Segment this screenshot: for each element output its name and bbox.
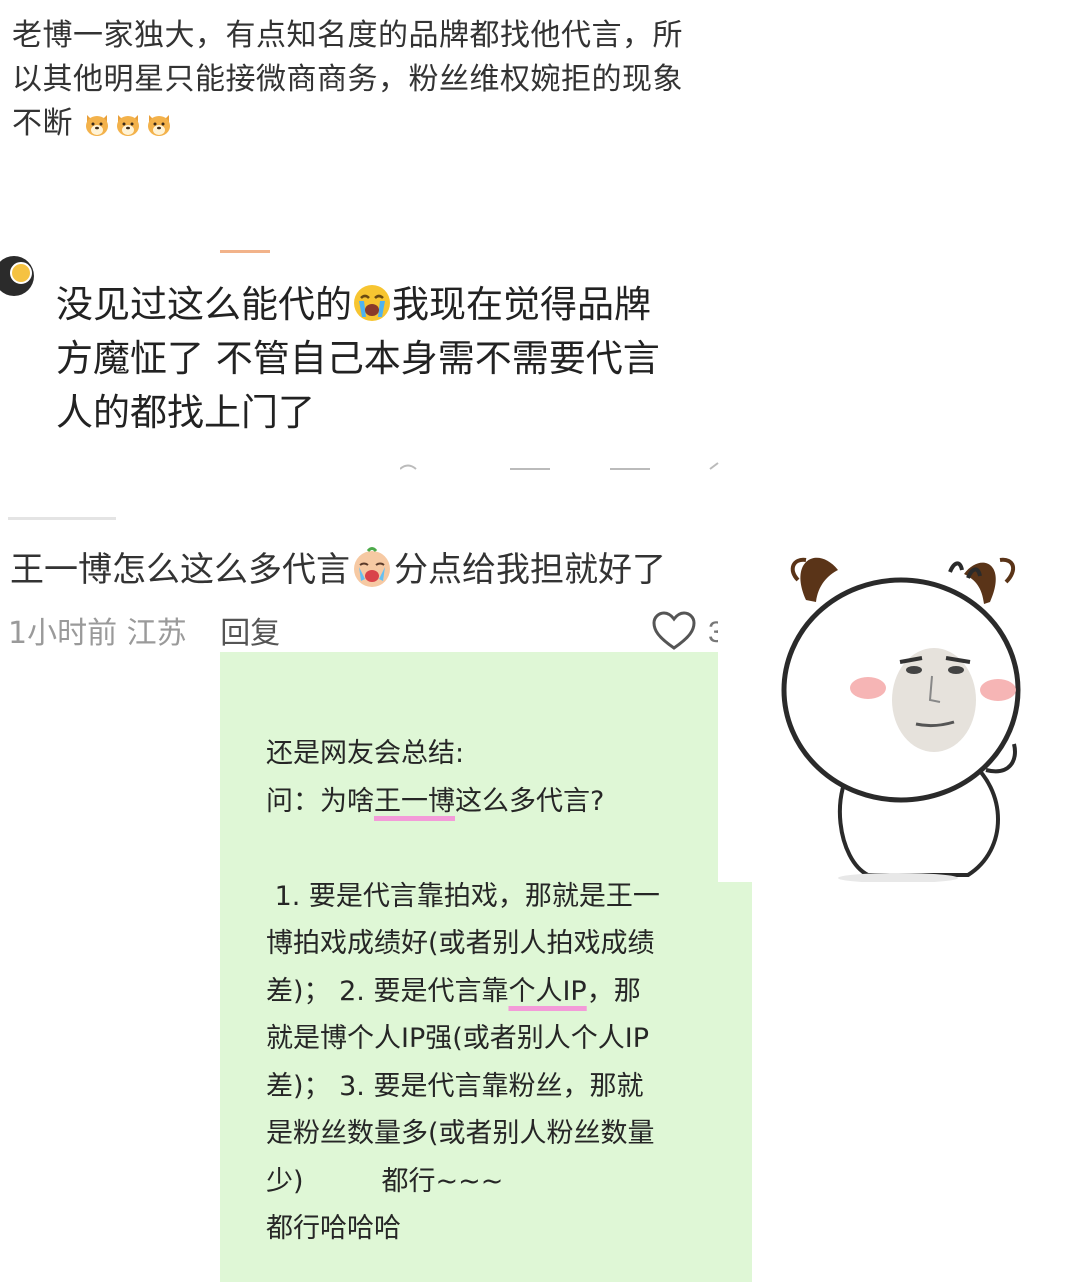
note-line: 博拍戏成绩好(或者别人拍戏成绩 bbox=[266, 928, 655, 959]
comment-time: 1小时前 bbox=[8, 616, 118, 651]
cropped-username bbox=[8, 517, 116, 520]
note-line-part: ，那 bbox=[586, 975, 641, 1007]
note-question: 问：为啥王一博这么多代言? bbox=[266, 778, 726, 826]
note-line-part: 差)； 2. 要是代言靠 bbox=[266, 975, 509, 1007]
note-line: 是粉丝数量多(或者别人粉丝数量 bbox=[266, 1118, 655, 1149]
note-line: 1. 要是代言靠拍戏，那就是王一 bbox=[266, 880, 660, 912]
top-comment-line-3: 不断 bbox=[12, 102, 752, 146]
divider-accent bbox=[220, 250, 270, 253]
note-ending: 都行哈哈哈 bbox=[266, 1213, 401, 1244]
third-comment-text: 王一博怎么这么多代言 分点给我担就好了 bbox=[10, 545, 720, 595]
panda-meme-icon bbox=[781, 557, 1021, 883]
note-line: 差)； 3. 要是代言靠粉丝，那就 bbox=[266, 1070, 644, 1102]
second-comment-part-2: 我现在觉得品牌 bbox=[392, 283, 651, 326]
like-button[interactable]: 3 bbox=[652, 610, 725, 658]
second-comment-line-1: 没见过这么能代的 我现在觉得品牌 bbox=[56, 278, 746, 332]
note-question-highlight: 王一博 bbox=[374, 785, 455, 817]
note-title: 还是网友会总结: bbox=[266, 738, 465, 769]
dog-face-icon bbox=[148, 115, 171, 136]
note-text: 还是网友会总结: 问：为啥王一博这么多代言? 1. 要是代言靠拍戏，那就是王一 … bbox=[266, 730, 726, 1253]
top-comment-line-1: 老博一家独大，有点知名度的品牌都找他代言，所 bbox=[12, 18, 683, 53]
note-question-prefix: 问：为啥 bbox=[266, 785, 374, 817]
comment-location: 江苏 bbox=[126, 616, 187, 651]
note-line: 少) 都行~~~ bbox=[266, 1158, 726, 1206]
dog-face-icon bbox=[117, 115, 140, 136]
note-line: 就是博个人IP强(或者别人个人IP bbox=[266, 1023, 650, 1054]
loudly-crying-emoji-icon bbox=[354, 285, 390, 321]
second-comment-text: 没见过这么能代的 我现在觉得品牌 方魔怔了 不管自己本身需不需要代言 人的都找上… bbox=[56, 278, 746, 440]
note-line-part: 都行~~~ bbox=[381, 1165, 504, 1197]
comment-meta: 1小时前 江苏 回复 bbox=[8, 608, 280, 652]
second-comment-line-3: 人的都找上门了 bbox=[56, 391, 315, 434]
top-comment-line-2: 以其他明星只能接微商商务，粉丝维权婉拒的现象 bbox=[12, 62, 683, 97]
reply-button[interactable]: 回复 bbox=[220, 616, 280, 651]
like-count: 3 bbox=[708, 616, 718, 649]
top-comment-line-3-text: 不断 bbox=[12, 106, 73, 141]
verified-badge-icon bbox=[10, 262, 32, 284]
note-line: 差)； 2. 要是代言靠个人IP，那 bbox=[266, 968, 726, 1016]
third-comment-part-2: 分点给我担就好了 bbox=[394, 550, 666, 590]
second-comment-part-1: 没见过这么能代的 bbox=[56, 283, 352, 326]
top-comment: 老博一家独大，有点知名度的品牌都找他代言，所 以其他明星只能接微商商务，粉丝维权… bbox=[12, 14, 752, 146]
note-line-part: 少) bbox=[266, 1165, 304, 1197]
cropped-text-fragment bbox=[400, 462, 719, 470]
panda-meme-sticker bbox=[718, 530, 1080, 883]
dog-face-icon bbox=[86, 115, 109, 136]
third-comment-part-1: 王一博怎么这么多代言 bbox=[10, 550, 350, 590]
note-card: 还是网友会总结: 问：为啥王一博这么多代言? 1. 要是代言靠拍戏，那就是王一 … bbox=[220, 652, 752, 1282]
heart-icon: 3 bbox=[652, 611, 725, 650]
note-highlight: 个人IP bbox=[508, 975, 587, 1007]
second-comment-line-2: 方魔怔了 不管自己本身需不需要代言 bbox=[56, 337, 660, 380]
note-question-suffix: 这么多代言? bbox=[455, 785, 605, 817]
crying-baby-emoji-icon bbox=[354, 547, 390, 587]
